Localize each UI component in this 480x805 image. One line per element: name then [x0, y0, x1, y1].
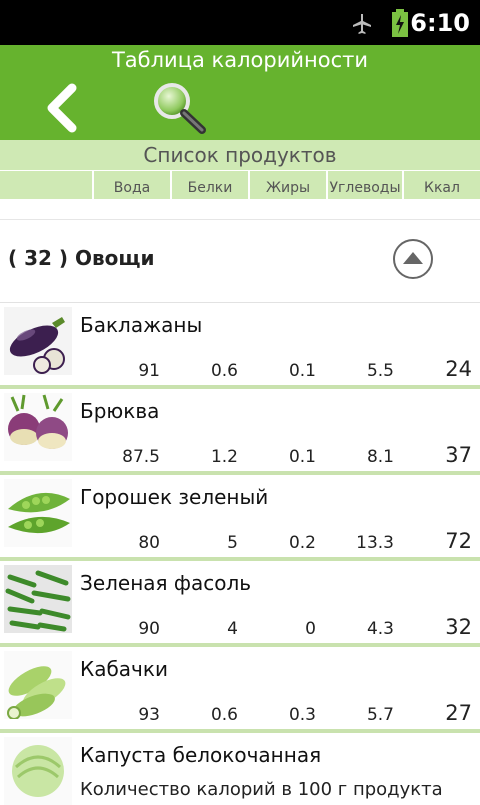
- green-peas-image: [4, 479, 72, 547]
- column-water: Вода: [92, 171, 170, 199]
- chevron-up-circle-icon: [393, 239, 433, 279]
- battery-charging-icon: [392, 9, 408, 37]
- item-water: 91: [138, 361, 160, 381]
- category-label: ( 32 ) Овощи: [8, 246, 155, 270]
- column-spacer: [0, 171, 92, 199]
- item-water: 87.5: [122, 447, 160, 467]
- item-protein: 0.6: [210, 705, 238, 725]
- item-kcal: 24: [445, 357, 472, 381]
- item-kcal: 32: [445, 615, 472, 639]
- toolbar: [0, 76, 480, 140]
- column-header-row: Вода Белки Жиры Углеводы Ккал: [0, 171, 480, 199]
- item-protein: 4: [227, 619, 238, 639]
- item-carbs: 8.1: [366, 447, 394, 467]
- item-carbs: 5.7: [366, 705, 394, 725]
- rutabaga-image: [4, 393, 72, 461]
- item-protein: 0.6: [210, 361, 238, 381]
- list-item[interactable]: Кабачки 93 0.6 0.3 5.7 27: [0, 647, 480, 733]
- list-item[interactable]: Зеленая фасоль 90 4 0 4.3 32: [0, 561, 480, 647]
- item-name: Зеленая фасоль: [80, 571, 252, 595]
- item-name: Горошек зеленый: [80, 485, 269, 509]
- zucchini-image: [4, 651, 72, 719]
- green-beans-image: [4, 565, 72, 633]
- item-name: Брюква: [80, 399, 160, 423]
- column-carbs: Углеводы: [326, 171, 402, 199]
- back-button[interactable]: [40, 82, 90, 134]
- item-fat: 0.1: [288, 361, 316, 381]
- item-water: 90: [138, 619, 160, 639]
- column-protein: Белки: [170, 171, 248, 199]
- list-item[interactable]: Баклажаны 91 0.6 0.1 5.5 24: [0, 303, 480, 389]
- status-time: 6:10: [410, 9, 470, 37]
- column-fat: Жиры: [248, 171, 326, 199]
- list-item[interactable]: Брюква 87.5 1.2 0.1 8.1 37: [0, 389, 480, 475]
- item-water: 93: [138, 705, 160, 725]
- list-item[interactable]: Горошек зеленый 80 5 0.2 13.3 72: [0, 475, 480, 561]
- chevron-left-icon: [47, 83, 77, 133]
- app-title: Таблица калорийности: [0, 45, 480, 76]
- item-fat: 0.2: [288, 533, 316, 553]
- column-kcal: Ккал: [402, 171, 480, 199]
- item-name: Кабачки: [80, 657, 168, 681]
- item-kcal: 37: [445, 443, 472, 467]
- cabbage-image: [4, 737, 72, 805]
- item-kcal: 72: [445, 529, 472, 553]
- item-carbs: 4.3: [366, 619, 394, 639]
- item-protein: 5: [227, 533, 238, 553]
- item-name: Капуста белокочанная: [80, 743, 322, 767]
- item-carbs: 13.3: [356, 533, 394, 553]
- eggplant-image: [4, 307, 72, 375]
- item-subtitle: Количество калорий в 100 г продукта: [80, 779, 443, 800]
- item-fat: 0: [305, 619, 316, 639]
- search-button[interactable]: [150, 80, 210, 136]
- collapse-category-button[interactable]: [392, 238, 434, 280]
- magnifier-icon: [154, 83, 206, 134]
- item-name: Баклажаны: [80, 313, 203, 337]
- item-kcal: 27: [445, 701, 472, 725]
- item-protein: 1.2: [210, 447, 238, 467]
- item-fat: 0.1: [288, 447, 316, 467]
- list-title: Список продуктов: [0, 140, 480, 170]
- status-bar: 6:10: [0, 0, 480, 45]
- airplane-mode-icon: [353, 14, 371, 34]
- list-item[interactable]: Капуста белокочанная Количество калорий …: [0, 733, 480, 805]
- item-fat: 0.3: [288, 705, 316, 725]
- item-carbs: 5.5: [366, 361, 394, 381]
- item-water: 80: [138, 533, 160, 553]
